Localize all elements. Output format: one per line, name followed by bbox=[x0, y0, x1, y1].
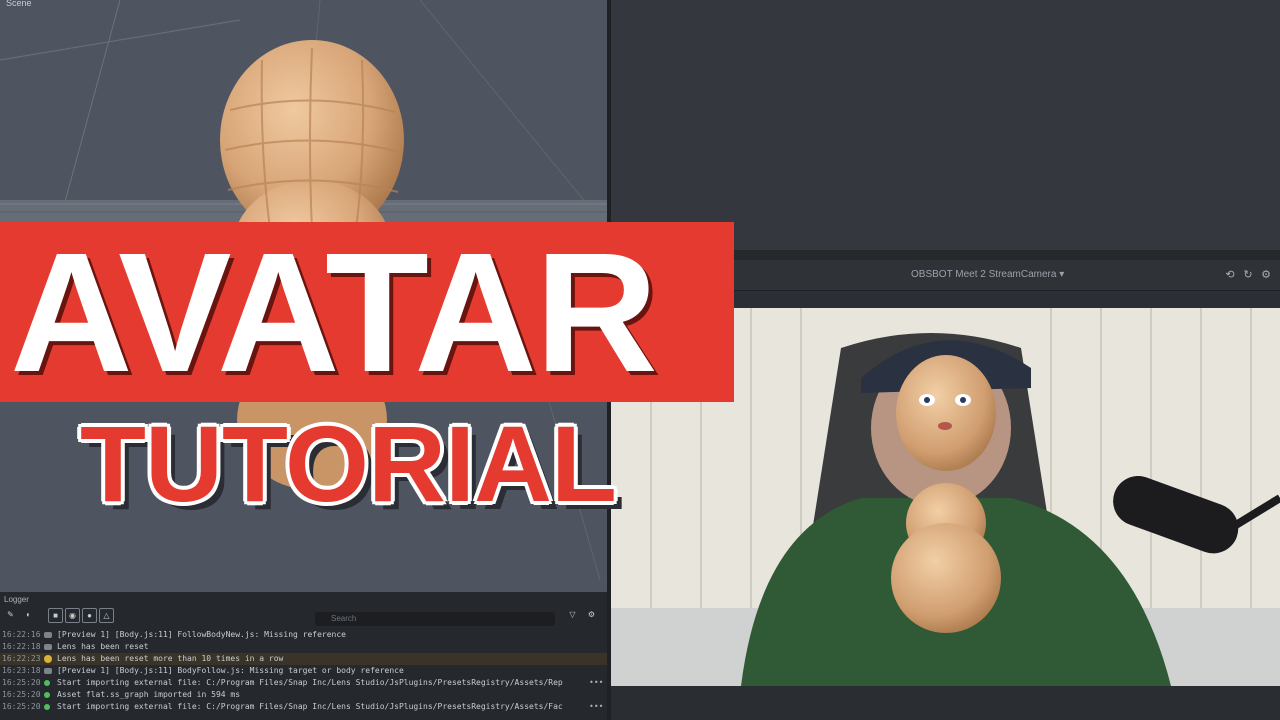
log-time: 16:22:16 bbox=[2, 630, 41, 639]
logger-panel: Logger ✎ ◐ ■ ◉ ● △ ▽ ⚙ ⌕ Search 16:22:16… bbox=[0, 592, 607, 720]
log-message: Lens has been reset bbox=[57, 642, 149, 651]
log-time: 16:23:18 bbox=[2, 666, 41, 675]
info-icon bbox=[44, 632, 52, 638]
logger-search-input[interactable]: Search bbox=[315, 612, 555, 626]
preview-footer bbox=[611, 686, 1280, 720]
log-row[interactable]: 16:22:16 [Preview 1] [Body.js:11] Follow… bbox=[0, 629, 607, 641]
log-row[interactable]: 16:25:20 Start importing external file: … bbox=[0, 677, 607, 689]
filter-toggle-icon[interactable]: ◐ bbox=[22, 608, 35, 621]
log-time: 16:22:23 bbox=[2, 654, 41, 663]
logger-settings-icon[interactable]: ⚙ bbox=[585, 608, 598, 621]
warning-icon bbox=[44, 655, 52, 663]
info-icon bbox=[44, 668, 52, 674]
error-filter-icon[interactable]: ● bbox=[82, 608, 97, 623]
debug-filter-icon[interactable]: ◉ bbox=[65, 608, 80, 623]
camera-select-label: OBSBOT Meet 2 StreamCamera bbox=[911, 269, 1057, 280]
log-row[interactable]: 16:25:20 Asset flat.ss_graph imported in… bbox=[0, 689, 607, 701]
log-message: [Preview 1] [Body.js:11] BodyFollow.js: … bbox=[57, 666, 404, 675]
log-message: Start importing external file: C:/Progra… bbox=[57, 678, 563, 687]
log-message: [Preview 1] [Body.js:11] FollowBodyNew.j… bbox=[57, 630, 346, 639]
right-top-panel bbox=[611, 0, 1280, 250]
rotate-camera-icon[interactable]: ⟲ bbox=[1223, 268, 1237, 282]
logger-title: Logger bbox=[4, 595, 29, 604]
reset-icon[interactable]: ↻ bbox=[1241, 268, 1255, 282]
subtitle-text: TUTORIAL bbox=[80, 403, 617, 524]
title-text: AVATAR bbox=[10, 218, 658, 408]
more-icon[interactable]: ••• bbox=[589, 701, 603, 713]
log-row[interactable]: 16:23:18 [Preview 1] [Body.js:11] BodyFo… bbox=[0, 665, 607, 677]
log-message: Lens has been reset more than 10 times i… bbox=[57, 654, 284, 663]
log-message: Start importing external file: C:/Progra… bbox=[57, 702, 563, 711]
info-icon bbox=[44, 644, 52, 650]
log-time: 16:25:20 bbox=[2, 690, 41, 699]
camera-select[interactable]: OBSBOT Meet 2 StreamCamera ▾ bbox=[911, 269, 1064, 280]
log-row[interactable]: 16:25:20 Start importing external file: … bbox=[0, 701, 607, 713]
log-time: 16:22:18 bbox=[2, 642, 41, 651]
chevron-down-icon: ▾ bbox=[1059, 269, 1065, 280]
settings-icon[interactable]: ⚙ bbox=[1259, 268, 1273, 282]
log-message: Asset flat.ss_graph imported in 594 ms bbox=[57, 690, 241, 699]
success-icon bbox=[44, 704, 50, 710]
log-row[interactable]: 16:22:23 Lens has been reset more than 1… bbox=[0, 653, 607, 665]
warning-filter-icon[interactable]: △ bbox=[99, 608, 114, 623]
title-banner: AVATAR bbox=[0, 222, 734, 402]
info-filter-icon[interactable]: ■ bbox=[48, 608, 63, 623]
funnel-icon[interactable]: ▽ bbox=[566, 608, 579, 621]
more-icon[interactable]: ••• bbox=[589, 677, 603, 689]
success-icon bbox=[44, 680, 50, 686]
clear-icon[interactable]: ✎ bbox=[4, 608, 17, 621]
log-time: 16:25:20 bbox=[2, 702, 41, 711]
success-icon bbox=[44, 692, 50, 698]
log-row[interactable]: 16:22:18 Lens has been reset bbox=[0, 641, 607, 653]
log-time: 16:25:20 bbox=[2, 678, 41, 687]
